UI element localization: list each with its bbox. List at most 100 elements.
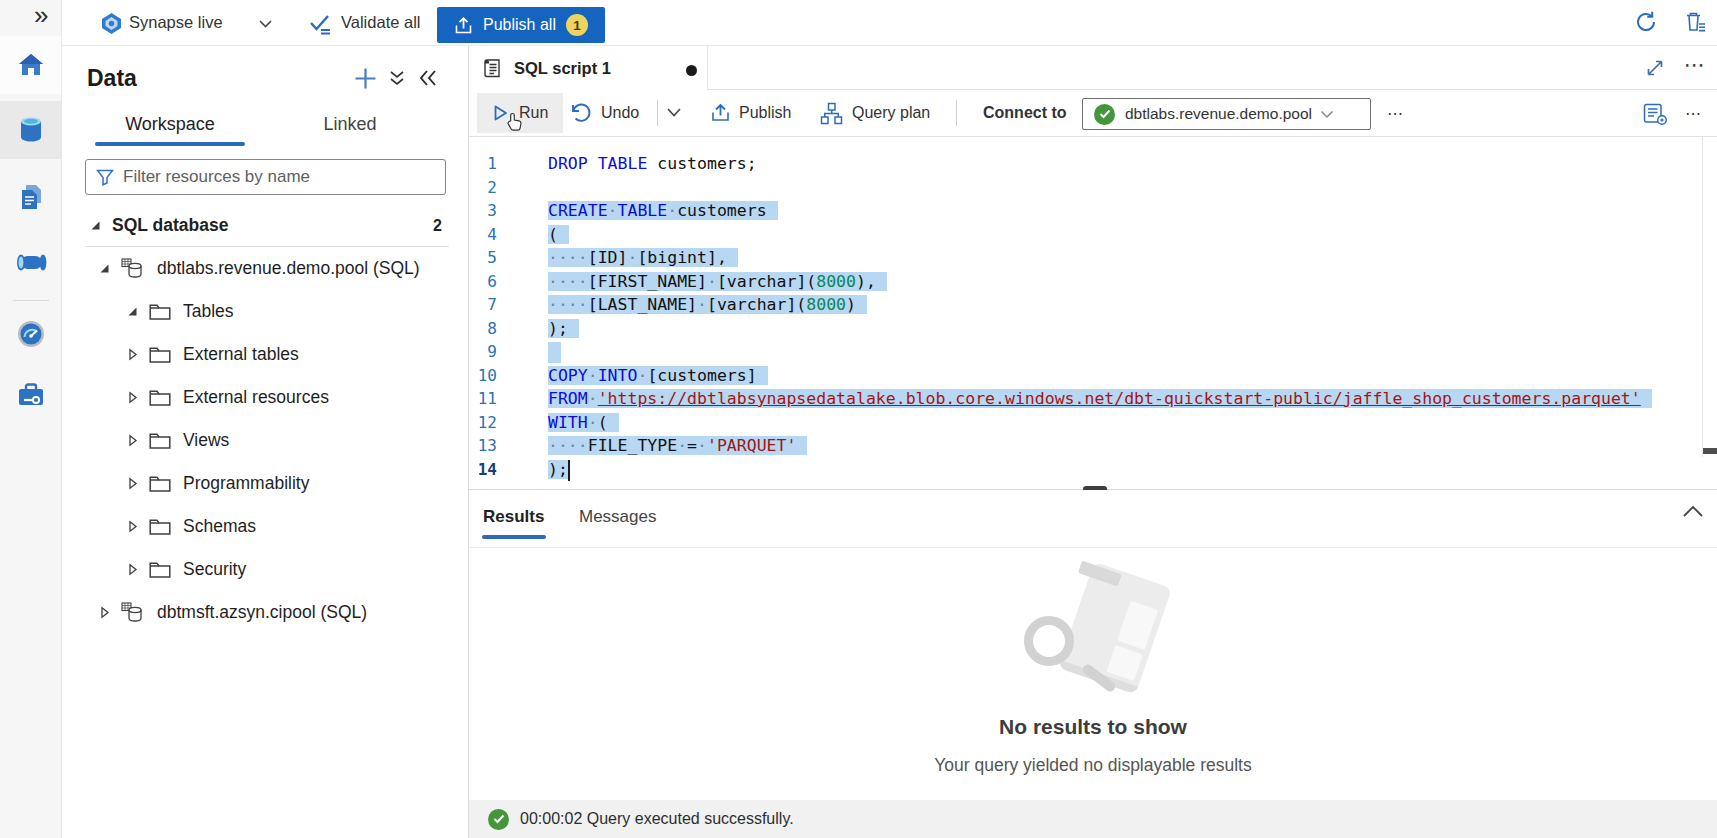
code-text: COPY·INTO·[customers] — [548, 364, 768, 388]
code-line[interactable]: 9 — [469, 340, 1702, 364]
sql-editor[interactable]: 1DROP TABLE customers; 2 3CREATE·TABLE·cus… — [469, 137, 1717, 489]
folder-icon — [149, 475, 171, 493]
code-line[interactable]: 6····[FIRST_NAME]·[varchar](8000), — [469, 270, 1702, 294]
filter-placeholder: Filter resources by name — [123, 167, 310, 187]
query-plan-icon — [820, 102, 843, 125]
code-line[interactable]: 1DROP TABLE customers; — [469, 152, 1702, 176]
refresh-icon[interactable] — [1634, 10, 1658, 34]
doc-tab-title: SQL script 1 — [514, 59, 611, 78]
code-line[interactable]: 7····[LAST_NAME]·[varchar](8000) — [469, 293, 1702, 317]
nav-data[interactable] — [0, 101, 61, 159]
manage-icon — [16, 381, 46, 409]
sql-pool-icon — [121, 258, 145, 280]
monitor-icon — [16, 319, 46, 349]
tree-collapsed-arrow-icon[interactable] — [126, 348, 139, 361]
chevron-down-icon[interactable] — [258, 19, 273, 29]
tree-item[interactable]: Tables — [62, 290, 468, 333]
data-explorer-panel: Data Workspace Linked Filter resources b… — [62, 46, 469, 838]
folder-icon — [149, 346, 171, 364]
code-text: ( — [548, 223, 569, 247]
code-line[interactable]: 12WITH·( — [469, 411, 1702, 435]
tree-item[interactable]: External tables — [62, 333, 468, 376]
tree-item[interactable]: SQL database2 — [62, 204, 468, 247]
run-options-chevron-icon[interactable] — [666, 107, 682, 118]
collapse-panel-icon[interactable] — [418, 69, 438, 87]
tab-messages[interactable]: Messages — [579, 490, 656, 544]
tree-item[interactable]: Schemas — [62, 505, 468, 548]
validate-all-button[interactable]: Validate all — [341, 0, 421, 45]
folder-icon — [149, 561, 171, 579]
code-line[interactable]: 5····[ID]·[bigint], — [469, 246, 1702, 270]
publish-all-button[interactable]: Publish all 1 — [437, 7, 605, 43]
nav-home[interactable] — [0, 36, 61, 94]
toolbar-far-more-actions[interactable]: ⋯ — [1685, 90, 1702, 136]
tree-collapsed-arrow-icon[interactable] — [126, 391, 139, 404]
publish-icon — [710, 102, 731, 123]
tab-workspace[interactable]: Workspace — [95, 114, 245, 135]
mouse-cursor — [507, 112, 523, 133]
trash-icon[interactable] — [1684, 10, 1708, 34]
code-line[interactable]: 14); — [469, 458, 1702, 482]
code-text: FROM·'https://dbtlabsynapsedatalake.blob… — [548, 387, 1652, 411]
tree-item-label: Security — [183, 559, 246, 580]
tree-item-label: dbtlabs.revenue.demo.pool (SQL) — [157, 258, 420, 279]
tree-expanded-arrow-icon[interactable] — [126, 305, 139, 318]
line-number: 4 — [469, 225, 497, 244]
results-settings-icon[interactable] — [1643, 103, 1668, 126]
run-button[interactable]: Run — [519, 90, 548, 136]
pool-select[interactable]: dbtlabs.revenue.demo.pool — [1082, 98, 1371, 130]
synapse-logo-icon — [100, 12, 123, 35]
filter-input[interactable]: Filter resources by name — [85, 159, 446, 195]
code-text: ); — [548, 458, 570, 482]
code-line[interactable]: 3CREATE·TABLE·customers — [469, 199, 1702, 223]
expand-rail-icon[interactable]: » — [34, 0, 48, 31]
code-line[interactable]: 8); — [469, 317, 1702, 341]
line-number: 1 — [469, 154, 497, 173]
query-plan-button[interactable]: Query plan — [852, 90, 930, 136]
tree-item[interactable]: dbtlabs.revenue.demo.pool (SQL) — [62, 247, 468, 290]
code-line[interactable]: 13····FILE_TYPE·=·'PARQUET' — [469, 434, 1702, 458]
tree-item-count: 2 — [433, 217, 442, 235]
tree-item[interactable]: dbtmsft.azsyn.cipool (SQL) — [62, 591, 468, 634]
mode-selector[interactable]: Synapse live — [129, 0, 223, 45]
toolbar-more-actions[interactable]: ⋯ — [1387, 90, 1404, 136]
collapse-all-icon[interactable] — [388, 70, 406, 88]
tree-expanded-arrow-icon[interactable] — [98, 262, 111, 275]
tree-item[interactable]: Security — [62, 548, 468, 591]
undo-button[interactable]: Undo — [601, 90, 639, 136]
line-number: 6 — [469, 272, 497, 291]
code-text: CREATE·TABLE·customers — [548, 199, 778, 223]
code-line[interactable]: 10COPY·INTO·[customers] — [469, 364, 1702, 388]
connect-to-label: Connect to — [983, 90, 1067, 136]
publish-button[interactable]: Publish — [739, 90, 791, 136]
tree-collapsed-arrow-icon[interactable] — [126, 434, 139, 447]
tab-linked[interactable]: Linked — [275, 114, 425, 135]
nav-develop[interactable] — [0, 168, 61, 226]
nav-monitor[interactable] — [0, 305, 61, 363]
text-cursor — [568, 460, 571, 481]
tree-collapsed-arrow-icon[interactable] — [126, 563, 139, 576]
nav-integrate[interactable] — [0, 234, 61, 292]
code-line[interactable]: 4( — [469, 223, 1702, 247]
nav-manage[interactable] — [0, 366, 61, 424]
code-text: ····[LAST_NAME]·[varchar](8000) — [548, 293, 867, 317]
publish-all-label: Publish all — [483, 16, 556, 34]
tree-collapsed-arrow-icon[interactable] — [126, 477, 139, 490]
doc-tab-sql-script[interactable]: SQL script 1 — [469, 46, 708, 90]
tree-collapsed-arrow-icon[interactable] — [126, 520, 139, 533]
tree-expanded-arrow-icon[interactable] — [89, 219, 102, 232]
collapse-results-icon[interactable] — [1682, 504, 1704, 518]
tree-item[interactable]: Views — [62, 419, 468, 462]
tab-more-actions[interactable]: ⋯ — [1684, 53, 1706, 77]
scrollbar-thumb[interactable] — [1703, 448, 1717, 454]
code-line[interactable]: 2 — [469, 176, 1702, 200]
tree-collapsed-arrow-icon[interactable] — [98, 606, 111, 619]
line-number: 2 — [469, 178, 497, 197]
add-resource-button[interactable] — [353, 66, 378, 91]
code-line[interactable]: 11FROM·'https://dbtlabsynapsedatalake.bl… — [469, 387, 1702, 411]
tree-item[interactable]: Programmability — [62, 462, 468, 505]
pool-select-value: dbtlabs.revenue.demo.pool — [1125, 105, 1312, 123]
empty-state-title: No results to show — [469, 715, 1717, 739]
expand-editor-icon[interactable] — [1645, 58, 1665, 78]
tree-item[interactable]: External resources — [62, 376, 468, 419]
